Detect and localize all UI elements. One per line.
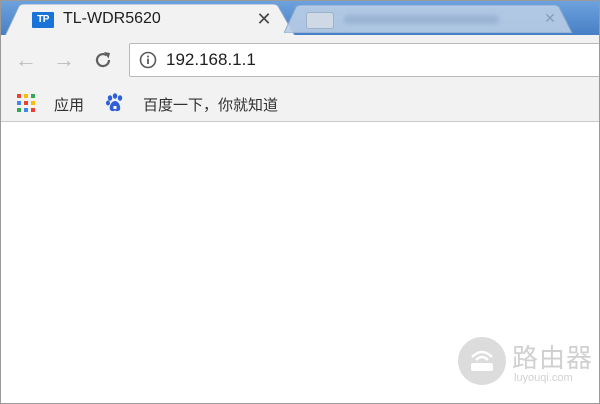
close-icon[interactable]: ✕ <box>542 10 558 26</box>
tab-tl-wdr5620[interactable]: TP TL-WDR5620 ✕ <box>5 4 305 36</box>
apps-grid-icon[interactable] <box>17 94 35 112</box>
bookmarks-bar: 应用 百度一下，你就知道 <box>1 85 599 122</box>
info-icon[interactable] <box>139 51 157 69</box>
back-arrow-icon[interactable]: ← <box>13 47 39 73</box>
close-icon[interactable]: ✕ <box>254 9 274 29</box>
bookmark-apps[interactable]: 应用 <box>54 94 84 115</box>
url-text[interactable]: 192.168.1.1 <box>166 50 256 70</box>
watermark-title: 路由器 <box>512 344 594 374</box>
browser-window: TP TL-WDR5620 ✕ ✕ ← → 192.168.1.1 应用 百度一… <box>0 0 600 404</box>
blurred-tab-title <box>344 15 499 24</box>
tab-strip: TP TL-WDR5620 ✕ ✕ <box>1 1 599 36</box>
watermark-subtitle: luyouqi.com <box>514 372 573 384</box>
reload-glyph <box>95 52 111 68</box>
router-glyph <box>471 350 493 371</box>
watermark: 路由器 luyouqi.com <box>458 335 598 391</box>
address-bar[interactable]: 192.168.1.1 <box>129 43 599 77</box>
forward-arrow-icon[interactable]: → <box>51 47 77 73</box>
tab-inactive[interactable]: ✕ <box>284 5 574 33</box>
reload-icon[interactable] <box>90 47 116 73</box>
tp-link-favicon: TP <box>32 12 54 28</box>
toolbar: ← → 192.168.1.1 <box>1 35 599 85</box>
bookmark-baidu[interactable]: 百度一下，你就知道 <box>143 94 278 115</box>
tab-title: TL-WDR5620 <box>63 10 161 27</box>
router-logo-icon <box>458 337 506 385</box>
baidu-paw-icon[interactable] <box>105 93 125 113</box>
page-icon <box>306 12 334 29</box>
